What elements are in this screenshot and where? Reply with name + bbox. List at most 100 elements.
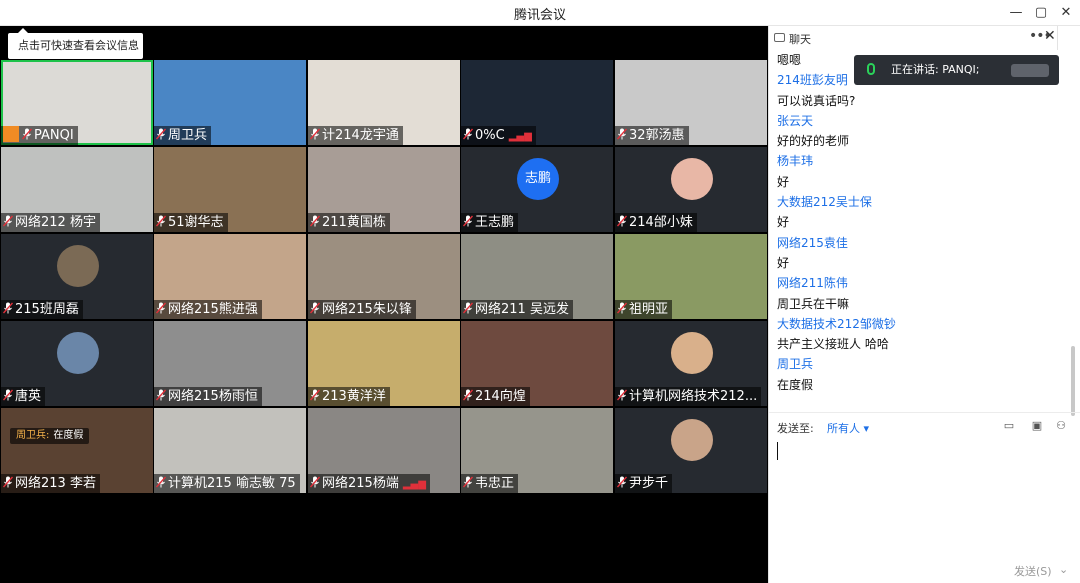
chat-message-text: 共产主义接班人 哈哈 — [777, 337, 889, 352]
mic-muted-icon — [310, 128, 320, 140]
participant-tile[interactable]: PANQI — [1, 60, 153, 145]
chat-message-text: 好 — [777, 174, 790, 189]
participant-tile[interactable]: 网络212 杨宇 — [1, 147, 153, 232]
send-options-button[interactable]: ⌄ — [1059, 563, 1068, 576]
participant-name-text: 王志鹏 — [475, 215, 515, 230]
participant-name: 周卫兵 — [154, 126, 212, 145]
participant-name-text: 唐英 — [15, 389, 42, 404]
mic-muted-icon — [3, 302, 13, 314]
participant-tile[interactable]: 211黄国栋 — [308, 147, 460, 232]
participant-tile[interactable]: 志鹏 王志鹏 — [461, 147, 613, 232]
chat-sender-name: 网络211陈伟 — [777, 276, 848, 291]
user-icon[interactable]: ⚇ — [1053, 419, 1069, 433]
floating-chat-message: 周卫兵: 在度假 — [10, 428, 90, 444]
participant-tile[interactable]: 网络215朱以锋 — [308, 234, 460, 319]
participant-tile[interactable]: 网络215杨端 ▂▄▆ — [308, 408, 460, 493]
participant-tile[interactable]: 214邰小妹 — [615, 147, 767, 232]
participant-name-text: 32郭汤惠 — [629, 128, 685, 143]
chat-sender-name: 张云天 — [777, 113, 814, 128]
participant-name: 韦忠正 — [461, 474, 519, 493]
participant-avatar — [671, 419, 713, 461]
speaking-text: 正在讲话: PANQI; — [891, 63, 980, 76]
participant-tile[interactable]: 计算机网络技术212... — [615, 321, 767, 406]
participant-name-text: 计算机网络技术212... — [629, 389, 758, 404]
mic-muted-icon — [463, 389, 473, 401]
participant-tile[interactable]: 214向煌 — [461, 321, 613, 406]
participant-tile[interactable]: 32郭汤惠 — [615, 60, 767, 145]
participant-tile[interactable]: 网络211 吴远发 — [461, 234, 613, 319]
chat-sender-name: 大数据技术212邹微钞 — [777, 316, 896, 331]
participant-tile[interactable]: 计214龙宇通 — [308, 60, 460, 145]
close-window-button[interactable]: ✕ — [1056, 3, 1076, 23]
participant-name-text: 网络215熊进强 — [168, 302, 258, 317]
chat-scrollbar[interactable] — [1071, 346, 1075, 416]
participant-tile[interactable]: 网络215熊进强 — [154, 234, 306, 319]
mic-muted-icon — [22, 128, 32, 140]
mic-muted-icon — [3, 476, 13, 488]
chat-message-text: 好 — [777, 215, 790, 230]
participant-tile[interactable]: 韦忠正 — [461, 408, 613, 493]
participant-tile[interactable]: 215班周磊 — [1, 234, 153, 319]
participant-avatar: 志鹏 — [517, 158, 559, 200]
participant-tile[interactable]: 唐英 — [1, 321, 153, 406]
send-button[interactable]: 发送(S) — [1014, 563, 1052, 579]
participant-tile[interactable]: 网络213 李若 — [1, 408, 153, 493]
close-chat-button[interactable]: ✕ — [1044, 28, 1056, 44]
signal-icon: ▂▄▆ — [402, 479, 426, 490]
participant-name-text: 网络211 吴远发 — [475, 302, 569, 317]
participant-name: 213黄洋洋 — [308, 387, 390, 406]
mic-muted-icon — [463, 215, 473, 227]
maximize-button[interactable]: ▢ — [1031, 3, 1051, 23]
mic-muted-icon — [617, 476, 627, 488]
participant-name: 214邰小妹 — [615, 213, 697, 232]
chat-sender-name: 网络215袁佳 — [777, 235, 848, 250]
screenshot-icon[interactable]: ▣ — [1029, 419, 1045, 433]
participant-name-text: 计算机215 喻志敏 75 — [168, 476, 296, 491]
participant-name-text: 215班周磊 — [15, 302, 79, 317]
participant-name-text: 周卫兵 — [168, 128, 208, 143]
signal-icon: ▂▄▆ — [508, 131, 532, 142]
floating-sender: 周卫兵: — [16, 430, 50, 441]
participant-name: 32郭汤惠 — [615, 126, 689, 145]
mic-muted-icon — [463, 128, 473, 140]
mic-muted-icon — [310, 215, 320, 227]
participant-name: 215班周磊 — [1, 300, 83, 319]
participant-name: 唐英 — [1, 387, 46, 406]
participant-name-text: 韦忠正 — [475, 476, 515, 491]
participant-tile[interactable]: 计算机215 喻志敏 75 — [154, 408, 306, 493]
mic-muted-icon — [156, 128, 166, 140]
mic-muted-icon — [156, 302, 166, 314]
participant-name-text: 51谢华志 — [168, 215, 224, 230]
chat-message-list[interactable]: 嗯嗯 214班彭友明 可以说真话吗? 张云天 好的好的老师 杨丰玮好大数据212吴士保好网… — [769, 50, 1080, 418]
meeting-info-tooltip[interactable]: 点击可快速查看会议信息 — [8, 28, 143, 59]
mic-muted-icon — [3, 389, 13, 401]
send-to-label: 发送至: — [777, 422, 814, 435]
recipient-select[interactable]: 所有人 ▾ — [827, 420, 869, 436]
chat-header: 聊天 ••• ✕ — [769, 26, 1080, 50]
participant-tile[interactable]: 51谢华志 — [154, 147, 306, 232]
participant-name: 计214龙宇通 — [308, 126, 403, 145]
participant-tile[interactable]: 周卫兵 — [154, 60, 306, 145]
participant-tile[interactable]: 0%C ▂▄▆ — [461, 60, 613, 145]
chat-message-text: 周卫兵在干嘛 — [777, 296, 850, 311]
participant-tile[interactable]: 213黄洋洋 — [308, 321, 460, 406]
participant-name: PANQI — [1, 126, 78, 145]
floating-text: 在度假 — [53, 430, 84, 441]
participant-name: 祖明亚 — [615, 300, 673, 319]
folder-icon[interactable]: ▭ — [1001, 419, 1017, 433]
mic-muted-icon — [156, 215, 166, 227]
participant-tile[interactable]: 祖明亚 — [615, 234, 767, 319]
participant-name: 计算机网络技术212... — [615, 387, 762, 406]
participant-tile[interactable]: 网络215杨雨恒 — [154, 321, 306, 406]
participant-name-text: 网络215杨端 — [322, 476, 399, 491]
participant-name: 王志鹏 — [461, 213, 519, 232]
participant-name: 211黄国栋 — [308, 213, 390, 232]
chat-sender-name: 周卫兵 — [777, 357, 814, 372]
window-title: 腾讯会议 — [513, 8, 566, 23]
participant-name: 网络215杨雨恒 — [154, 387, 262, 406]
mic-muted-icon — [3, 215, 13, 227]
sidebar-toggle-icon[interactable] — [1057, 26, 1080, 50]
chat-input[interactable] — [777, 442, 778, 460]
participant-tile[interactable]: 尹步千 — [615, 408, 767, 493]
minimize-button[interactable]: — — [1006, 3, 1026, 23]
